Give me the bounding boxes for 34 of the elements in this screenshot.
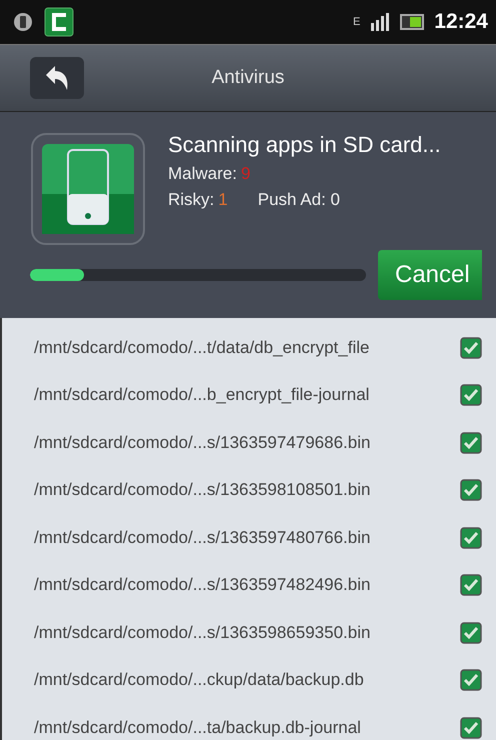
risky-count: 1 bbox=[218, 190, 228, 210]
file-path: /mnt/sdcard/comodo/...s/1363598659350.bin bbox=[34, 622, 370, 643]
clock: 12:24 bbox=[434, 10, 488, 34]
settings-alert-icon bbox=[12, 11, 34, 33]
signal-icon bbox=[370, 13, 390, 31]
file-path: /mnt/sdcard/comodo/...ckup/data/backup.db bbox=[34, 670, 364, 690]
malware-count: 9 bbox=[240, 164, 250, 184]
checkbox[interactable] bbox=[460, 479, 482, 502]
checkbox[interactable] bbox=[460, 669, 482, 692]
checkbox[interactable] bbox=[460, 716, 482, 739]
cancel-button[interactable]: Cancel bbox=[378, 250, 482, 300]
app-logo-icon bbox=[44, 7, 74, 37]
checkbox[interactable] bbox=[460, 622, 482, 644]
risky-label: Risky: bbox=[168, 190, 214, 210]
checkbox[interactable] bbox=[460, 526, 482, 549]
network-type: E bbox=[352, 16, 360, 28]
back-button[interactable] bbox=[30, 57, 84, 99]
screen-title: Antivirus bbox=[212, 67, 284, 89]
file-path: /mnt/sdcard/comodo/...t/data/db_encrypt_file bbox=[34, 338, 370, 358]
phone-scan-icon bbox=[30, 132, 146, 246]
file-path: /mnt/sdcard/comodo/...b_encrypt_file-journal bbox=[34, 385, 370, 406]
scan-heading: Scanning apps in SD card... bbox=[168, 132, 441, 158]
file-path: /mnt/sdcard/comodo/...s/1363597482496.bin bbox=[34, 575, 370, 596]
checkbox[interactable] bbox=[460, 574, 482, 596]
file-path: /mnt/sdcard/comodo/...s/1363597479686.bin bbox=[34, 432, 370, 453]
checkbox[interactable] bbox=[460, 432, 482, 454]
push-ad-count: Push Ad: 0 bbox=[258, 190, 340, 210]
checkbox[interactable] bbox=[460, 384, 482, 406]
file-path: /mnt/sdcard/comodo/...s/1363597480766.bin bbox=[34, 528, 370, 548]
checkbox[interactable] bbox=[460, 336, 482, 359]
malware-label: Malware: bbox=[168, 164, 237, 184]
battery-icon bbox=[400, 14, 424, 30]
file-path: /mnt/sdcard/comodo/...ta/backup.db-journal bbox=[34, 718, 361, 738]
file-path: /mnt/sdcard/comodo/...s/1363598108501.bin bbox=[34, 480, 370, 500]
